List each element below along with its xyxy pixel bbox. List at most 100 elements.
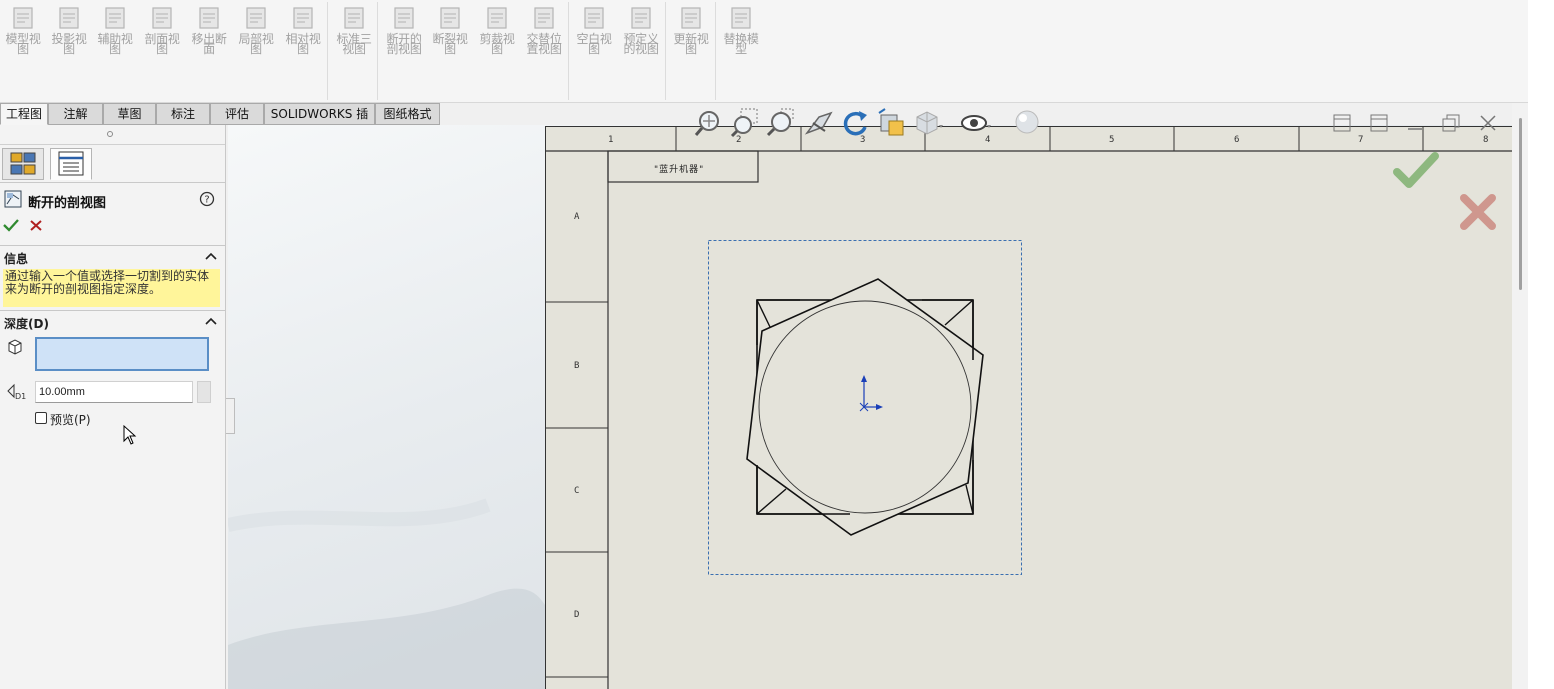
- alternate-position-icon: [534, 7, 554, 29]
- detail-view-icon: [246, 7, 266, 29]
- panel-splitter[interactable]: [226, 398, 235, 434]
- ribbon-button-replace-model[interactable]: 替换模 型: [718, 2, 764, 64]
- ribbon-button-standard-3-view[interactable]: 标准三 视图: [331, 2, 377, 64]
- tab-drawing[interactable]: 工程图: [0, 103, 48, 125]
- depth-group-header[interactable]: 深度(D): [0, 310, 226, 331]
- help-icon[interactable]: ?: [199, 191, 215, 207]
- cancel-x-icon[interactable]: [29, 219, 43, 232]
- hide-show-items-icon[interactable]: [959, 107, 991, 139]
- auxiliary-view-icon: [105, 7, 125, 29]
- minimize-icon[interactable]: [1404, 112, 1426, 134]
- ribbon-separator: [715, 2, 716, 100]
- ribbon-button-label: 移出断 面: [191, 32, 227, 56]
- previous-view-icon[interactable]: [765, 107, 797, 139]
- tab-sketch[interactable]: 草图: [103, 103, 156, 125]
- confirm-accept-icon[interactable]: [1393, 150, 1439, 190]
- ribbon-button-removed-section[interactable]: 移出断 面: [186, 2, 232, 64]
- depth-reference-icon: [8, 339, 22, 355]
- depth-value-input[interactable]: 10.00mm: [35, 381, 193, 403]
- column-label: 1: [608, 135, 614, 145]
- drawing-view[interactable]: [700, 235, 1030, 580]
- title-box-label: "蓝升机器": [654, 165, 705, 175]
- ribbon-button-label: 替换模 型: [723, 32, 759, 56]
- row-label: B: [574, 361, 580, 371]
- preview-checkbox[interactable]: [35, 412, 47, 424]
- appearance-icon[interactable]: [1011, 107, 1043, 139]
- ribbon-button-break-view[interactable]: 断裂视 图: [427, 2, 473, 64]
- ribbon-button-label: 剖面视 图: [144, 32, 180, 56]
- command-tabs: 工程图 注解 草图 标注 评估 SOLIDWORKS 插件 图纸格式: [0, 103, 440, 141]
- scrollbar-thumb[interactable]: [1519, 118, 1522, 290]
- ribbon-button-label: 空白视 图: [576, 32, 612, 56]
- display-style-icon[interactable]: [911, 107, 943, 139]
- ribbon-button-section-view[interactable]: 剖面视 图: [139, 2, 185, 64]
- tab-sheet-format[interactable]: 图纸格式: [375, 103, 440, 125]
- panel-grip-icon[interactable]: [107, 131, 113, 137]
- rotate-view-icon[interactable]: [839, 107, 871, 139]
- removed-section-icon: [199, 7, 219, 29]
- tile-right-icon[interactable]: [1368, 112, 1390, 134]
- confirm-cancel-icon[interactable]: [1458, 192, 1498, 232]
- column-label: 6: [1234, 135, 1240, 145]
- ribbon-button-label: 局部视 图: [238, 32, 274, 56]
- break-view-icon: [440, 7, 460, 29]
- collapse-chevron-icon[interactable]: [205, 252, 217, 260]
- ribbon-button-predefined-view[interactable]: 预定义 的视图: [618, 2, 664, 64]
- depth-spinner[interactable]: [197, 381, 211, 403]
- ribbon-button-label: 标准三 视图: [336, 32, 372, 56]
- ribbon-separator: [665, 2, 666, 100]
- ribbon-button-model-view[interactable]: 模型视 图: [0, 2, 46, 64]
- ribbon-separator: [568, 2, 569, 100]
- right-edge-strip: [1528, 0, 1554, 689]
- depth-header: 深度(D): [4, 317, 49, 331]
- ribbon-button-broken-out-section[interactable]: 断开的 剖视图: [381, 2, 427, 64]
- section-view-tool-icon[interactable]: [803, 107, 835, 139]
- property-list-icon: [58, 151, 84, 176]
- feature-tree-icon: [10, 152, 36, 175]
- ribbon-button-empty-view[interactable]: 空白视 图: [571, 2, 617, 64]
- property-manager: 断开的剖视图 ? 信息 通过输入一个值或选择一切割到的实体来为断开的剖视图指定深…: [0, 125, 226, 689]
- ribbon-button-projected-view[interactable]: 投影视 图: [46, 2, 92, 64]
- ribbon-button-relative-view[interactable]: 相对视 图: [280, 2, 326, 64]
- empty-view-icon: [584, 7, 604, 29]
- ribbon-button-update-view[interactable]: 更新视 图: [668, 2, 714, 64]
- view-orientation-icon[interactable]: [875, 107, 907, 139]
- ribbon-button-label: 更新视 图: [673, 32, 709, 56]
- ribbon-button-crop-view[interactable]: 剪裁视 图: [474, 2, 520, 64]
- ribbon-button-detail-view[interactable]: 局部视 图: [233, 2, 279, 64]
- tab-evaluate[interactable]: 评估: [210, 103, 264, 125]
- mouse-cursor-icon: [123, 425, 137, 445]
- panel-header-bar: [0, 125, 225, 145]
- row-label: A: [574, 212, 580, 222]
- depth-reference-field[interactable]: [35, 337, 209, 371]
- feature-manager-tab[interactable]: [2, 148, 44, 180]
- tile-left-icon[interactable]: [1331, 112, 1353, 134]
- ok-check-icon[interactable]: [3, 218, 19, 232]
- property-manager-tab[interactable]: [50, 148, 92, 180]
- close-window-icon[interactable]: [1477, 112, 1499, 134]
- ribbon-button-label: 剪裁视 图: [479, 32, 515, 56]
- property-title-text: 断开的剖视图: [28, 196, 107, 211]
- standard-3-view-icon: [344, 7, 364, 29]
- ribbon-button-auxiliary-view[interactable]: 辅助视 图: [92, 2, 138, 64]
- tab-markup[interactable]: 标注: [156, 103, 210, 125]
- tab-solidworks-addins[interactable]: SOLIDWORKS 插件: [264, 103, 375, 141]
- zoom-to-area-icon[interactable]: [729, 107, 761, 139]
- info-message: 通过输入一个值或选择一切割到的实体来为断开的剖视图指定深度。: [3, 269, 220, 307]
- restore-icon[interactable]: [1440, 112, 1462, 134]
- info-group-header[interactable]: 信息: [0, 245, 226, 266]
- ribbon-button-label: 断开的 剖视图: [386, 32, 422, 56]
- ribbon-button-label: 预定义 的视图: [623, 32, 659, 56]
- column-label: 5: [1109, 135, 1115, 145]
- zoom-to-fit-icon[interactable]: [693, 107, 725, 139]
- solidworks-window: 模型视 图投影视 图辅助视 图剖面视 图移出断 面局部视 图相对视 图标准三 视…: [0, 0, 1554, 689]
- collapse-chevron-icon[interactable]: [205, 317, 217, 325]
- ribbon-button-alternate-position[interactable]: 交替位 置视图: [521, 2, 567, 64]
- row-label: D: [574, 610, 580, 620]
- heads-up-toolbar: [693, 107, 1043, 139]
- info-header: 信息: [4, 252, 29, 266]
- ribbon-button-label: 相对视 图: [285, 32, 321, 56]
- column-label: 7: [1358, 135, 1364, 145]
- tab-annotation[interactable]: 注解: [48, 103, 103, 125]
- row-label: C: [574, 486, 580, 496]
